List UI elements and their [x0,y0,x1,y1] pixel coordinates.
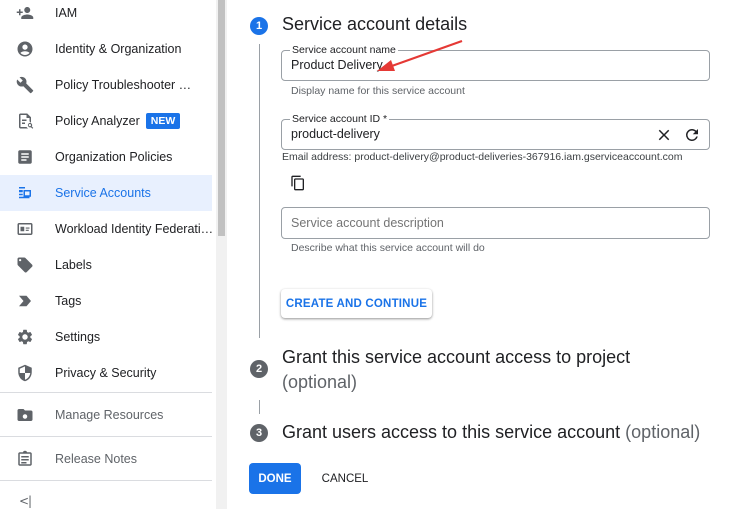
sidebar-item-label: Tags [55,294,82,308]
step-1-title: Service account details [282,14,468,34]
cancel-button[interactable]: CANCEL [313,463,377,494]
document-icon [16,148,34,166]
sidebar-item-label: Release Notes [55,452,137,466]
step-3-title: Grant users access to this service accou… [282,422,621,442]
service-account-description-field[interactable] [281,207,710,239]
new-badge: NEW [145,113,181,129]
sidebar-item-labels[interactable]: Labels [0,247,212,283]
policy-analyzer-icon [16,112,34,130]
clear-icon[interactable] [655,126,673,144]
copy-icon[interactable] [290,175,306,191]
sidebar-item-label: Settings [55,330,101,344]
step-3-heading: Grant users access to this service accou… [282,422,700,443]
sidebar-item-text: Policy Analyzer [55,114,140,128]
folder-settings-icon [16,406,34,424]
service-account-description-hint: Describe what this service account will … [291,242,485,254]
add-person-icon [16,4,34,22]
service-account-id-label: Service account ID * [290,113,390,125]
step-3-number: 3 [250,424,268,442]
sidebar-item-privacy-security[interactable]: Privacy & Security [0,355,212,391]
sidebar-item-identity-organization[interactable]: Identity & Organization [0,31,212,67]
sidebar-item-label: Policy Analyzer NEW [55,113,181,129]
service-account-id-field[interactable]: Service account ID * [281,113,710,150]
sidebar-divider [0,436,212,437]
id-card-icon [16,220,34,238]
step-3-optional: (optional) [625,422,701,442]
sidebar-item-label: Labels [55,258,92,272]
step-connector [259,44,260,338]
shield-icon [16,364,34,382]
sidebar-item-workload-identity-federation[interactable]: Workload Identity Federati… [0,211,214,247]
step-1-number: 1 [250,17,268,35]
step-2-number: 2 [250,360,268,378]
service-account-name-hint: Display name for this service account [291,85,465,97]
sidebar-item-label: Workload Identity Federati… [55,222,214,236]
wrench-icon [16,76,34,94]
sidebar-divider [0,480,212,481]
label-icon [16,256,34,274]
service-account-name-field[interactable]: Service account name [281,44,710,81]
done-button[interactable]: DONE [249,463,301,494]
sidebar-item-label: Privacy & Security [55,366,157,380]
step-2-optional: (optional) [282,372,358,392]
sidebar-item-label: IAM [55,6,78,20]
step-2-title: Grant this service account access to pro… [282,347,631,367]
sidebar-item-manage-resources[interactable]: Manage Resources [0,397,212,433]
gear-icon [16,328,34,346]
sidebar-item-label: Service Accounts [55,186,151,200]
service-account-id-input[interactable] [291,127,631,141]
create-and-continue-button[interactable]: CREATE AND CONTINUE [281,289,432,318]
step-connector [259,400,260,414]
release-notes-icon [16,450,34,468]
service-account-icon [16,184,34,202]
sidebar-item-release-notes[interactable]: Release Notes [0,441,212,477]
annotation-arrow-icon [377,39,463,71]
sidebar-item-label: Manage Resources [55,408,164,422]
refresh-icon[interactable] [683,126,701,144]
sidebar-divider [0,392,212,393]
sidebar-item-label: Identity & Organization [55,42,182,56]
tag-chevron-icon [16,292,34,310]
service-account-description-input[interactable] [291,216,631,230]
sidebar-scrollbar-thumb[interactable] [218,0,225,236]
sidebar-item-label: Organization Policies [55,150,173,164]
sidebar-item-label: Policy Troubleshooter … [55,78,192,92]
sidebar-item-service-accounts[interactable]: Service Accounts [0,175,212,211]
account-circle-icon [16,40,34,58]
sidebar-item-tags[interactable]: Tags [0,283,212,319]
collapse-sidebar-button[interactable]: <| [19,494,32,508]
sidebar: IAM Identity & Organization Policy Troub… [0,0,227,509]
sidebar-item-iam[interactable]: IAM [0,0,212,31]
sidebar-item-organization-policies[interactable]: Organization Policies [0,139,212,175]
sidebar-item-settings[interactable]: Settings [0,319,212,355]
email-address: Email address: product-delivery@product-… [282,151,683,163]
sidebar-item-policy-troubleshooter[interactable]: Policy Troubleshooter … [0,67,212,103]
sidebar-item-policy-analyzer[interactable]: Policy Analyzer NEW [0,103,212,139]
